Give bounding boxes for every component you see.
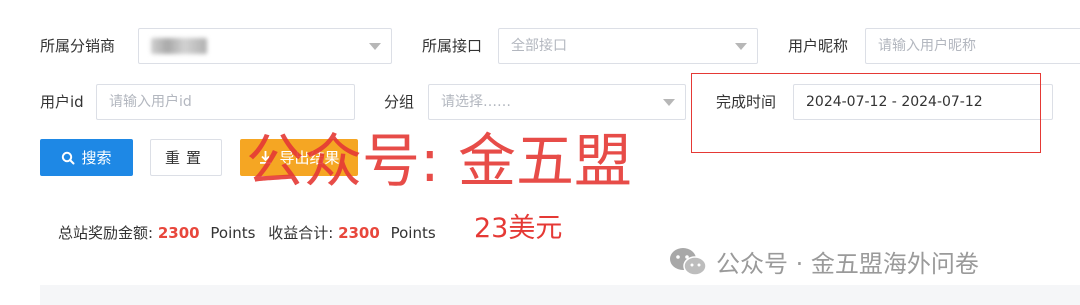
wechat-icon — [670, 247, 707, 276]
income-unit: Points — [390, 224, 436, 242]
user-id-label: 用户id — [40, 93, 84, 111]
bottom-watermark-text: 公众号 · 金五盟海外问卷 — [716, 250, 979, 278]
search-button-label: 搜索 — [81, 149, 112, 167]
nickname-label: 用户昵称 — [788, 37, 849, 55]
total-reward-value: 2300 — [157, 224, 200, 242]
reset-button-label: 重置 — [164, 149, 207, 167]
chevron-down-icon — [663, 99, 675, 106]
interface-select[interactable]: 全部接口 — [498, 28, 758, 64]
highlight-box — [691, 73, 1041, 153]
table-header-strip — [40, 285, 1080, 305]
search-button[interactable]: 搜索 — [40, 139, 133, 176]
nickname-input[interactable]: 请输入用户昵称 — [865, 28, 1080, 64]
distributor-label: 所属分销商 — [40, 37, 116, 55]
nickname-placeholder: 请输入用户昵称 — [878, 38, 976, 54]
interface-select-value: 全部接口 — [511, 38, 567, 54]
summary-line: 总站奖励金额: 2300 Points 收益合计: 2300 Points — [58, 222, 436, 243]
reset-button[interactable]: 重置 — [150, 139, 222, 176]
user-id-placeholder: 请输入用户id — [109, 94, 192, 110]
income-label: 收益合计: — [268, 224, 334, 242]
bottom-watermark: 公众号 · 金五盟海外问卷 — [668, 244, 979, 279]
group-label: 分组 — [384, 93, 415, 111]
chevron-down-icon — [369, 43, 381, 50]
usd-note: 23美元 — [474, 213, 563, 244]
group-select[interactable]: 请选择…… — [428, 84, 686, 120]
interface-label: 所属接口 — [422, 37, 483, 55]
distributor-value-redacted — [151, 38, 207, 54]
chevron-down-icon — [735, 43, 747, 50]
watermark-overlay-text: 公众号: 金五盟 — [246, 127, 632, 195]
total-reward-unit: Points — [210, 224, 256, 242]
user-id-input[interactable]: 请输入用户id — [96, 84, 355, 120]
income-value: 2300 — [338, 224, 380, 242]
search-icon — [62, 151, 75, 164]
total-reward-label: 总站奖励金额: — [58, 224, 154, 242]
distributor-select[interactable] — [138, 28, 392, 64]
group-placeholder: 请选择…… — [441, 94, 511, 110]
